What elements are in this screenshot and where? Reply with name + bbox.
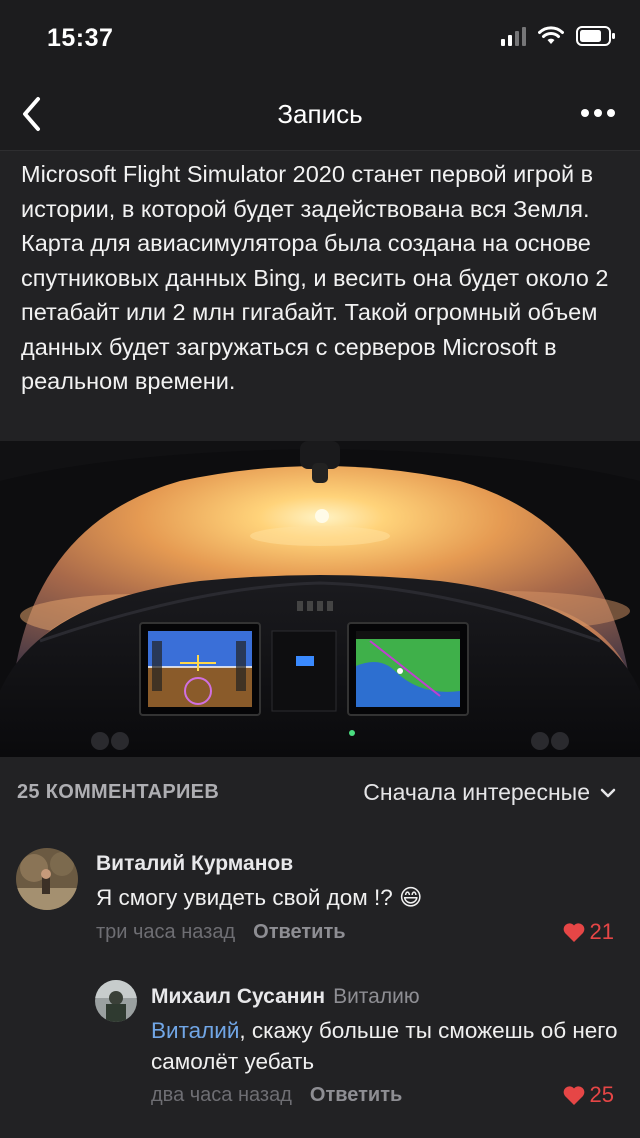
reply-to-label: Виталию xyxy=(333,985,420,1008)
cockpit-photo xyxy=(0,441,640,757)
post-image[interactable] xyxy=(0,441,640,757)
status-bar: 15:37 xyxy=(0,0,640,80)
avatar[interactable] xyxy=(16,848,78,910)
comment-time: три часа назад xyxy=(96,921,236,943)
chevron-down-icon xyxy=(600,788,616,797)
status-icons xyxy=(501,26,616,46)
comment-meta: два часа назад Ответить xyxy=(151,1084,402,1107)
reply-button[interactable]: Ответить xyxy=(310,1084,402,1106)
like-count: 25 xyxy=(589,1082,614,1107)
page-title: Запись xyxy=(277,99,363,129)
cellular-signal-icon xyxy=(501,26,526,46)
wifi-icon xyxy=(538,26,564,44)
comment-time: два часа назад xyxy=(151,1084,292,1106)
reply-button[interactable]: Ответить xyxy=(253,921,345,943)
sort-label: Сначала интересные xyxy=(363,779,590,805)
heart-icon xyxy=(563,1086,584,1105)
status-time: 15:37 xyxy=(47,24,114,52)
mention-link[interactable]: Виталий xyxy=(151,1018,239,1043)
comment-author[interactable]: Михаил Сусанин Виталию xyxy=(151,985,420,1009)
comments-sort-dropdown[interactable]: Сначала интересные xyxy=(363,779,616,806)
battery-icon xyxy=(576,26,615,46)
comments-header: 25 КОММЕНТАРИЕВ Сначала интересные xyxy=(0,757,640,827)
avatar[interactable] xyxy=(95,980,137,1022)
comment-text: Виталий, скажу больше ты сможешь об него… xyxy=(151,1015,621,1077)
post-text: Microsoft Flight Simulator 2020 станет п… xyxy=(21,161,609,394)
nav-bar: Запись xyxy=(0,80,640,151)
comment-meta: три часа назад Ответить xyxy=(96,921,346,944)
like-button[interactable]: 21 xyxy=(562,919,614,945)
more-options-icon[interactable] xyxy=(578,98,618,128)
like-button[interactable]: 25 xyxy=(562,1082,614,1108)
comments-count: 25 КОММЕНТАРИЕВ xyxy=(17,781,220,803)
comment-author[interactable]: Виталий Курманов xyxy=(96,852,293,876)
like-count: 21 xyxy=(589,919,614,944)
comment-text: Я смогу увидеть свой дом !? 😄 xyxy=(96,885,423,910)
comment-author-name[interactable]: Михаил Сусанин xyxy=(151,985,325,1008)
heart-icon xyxy=(563,923,584,942)
